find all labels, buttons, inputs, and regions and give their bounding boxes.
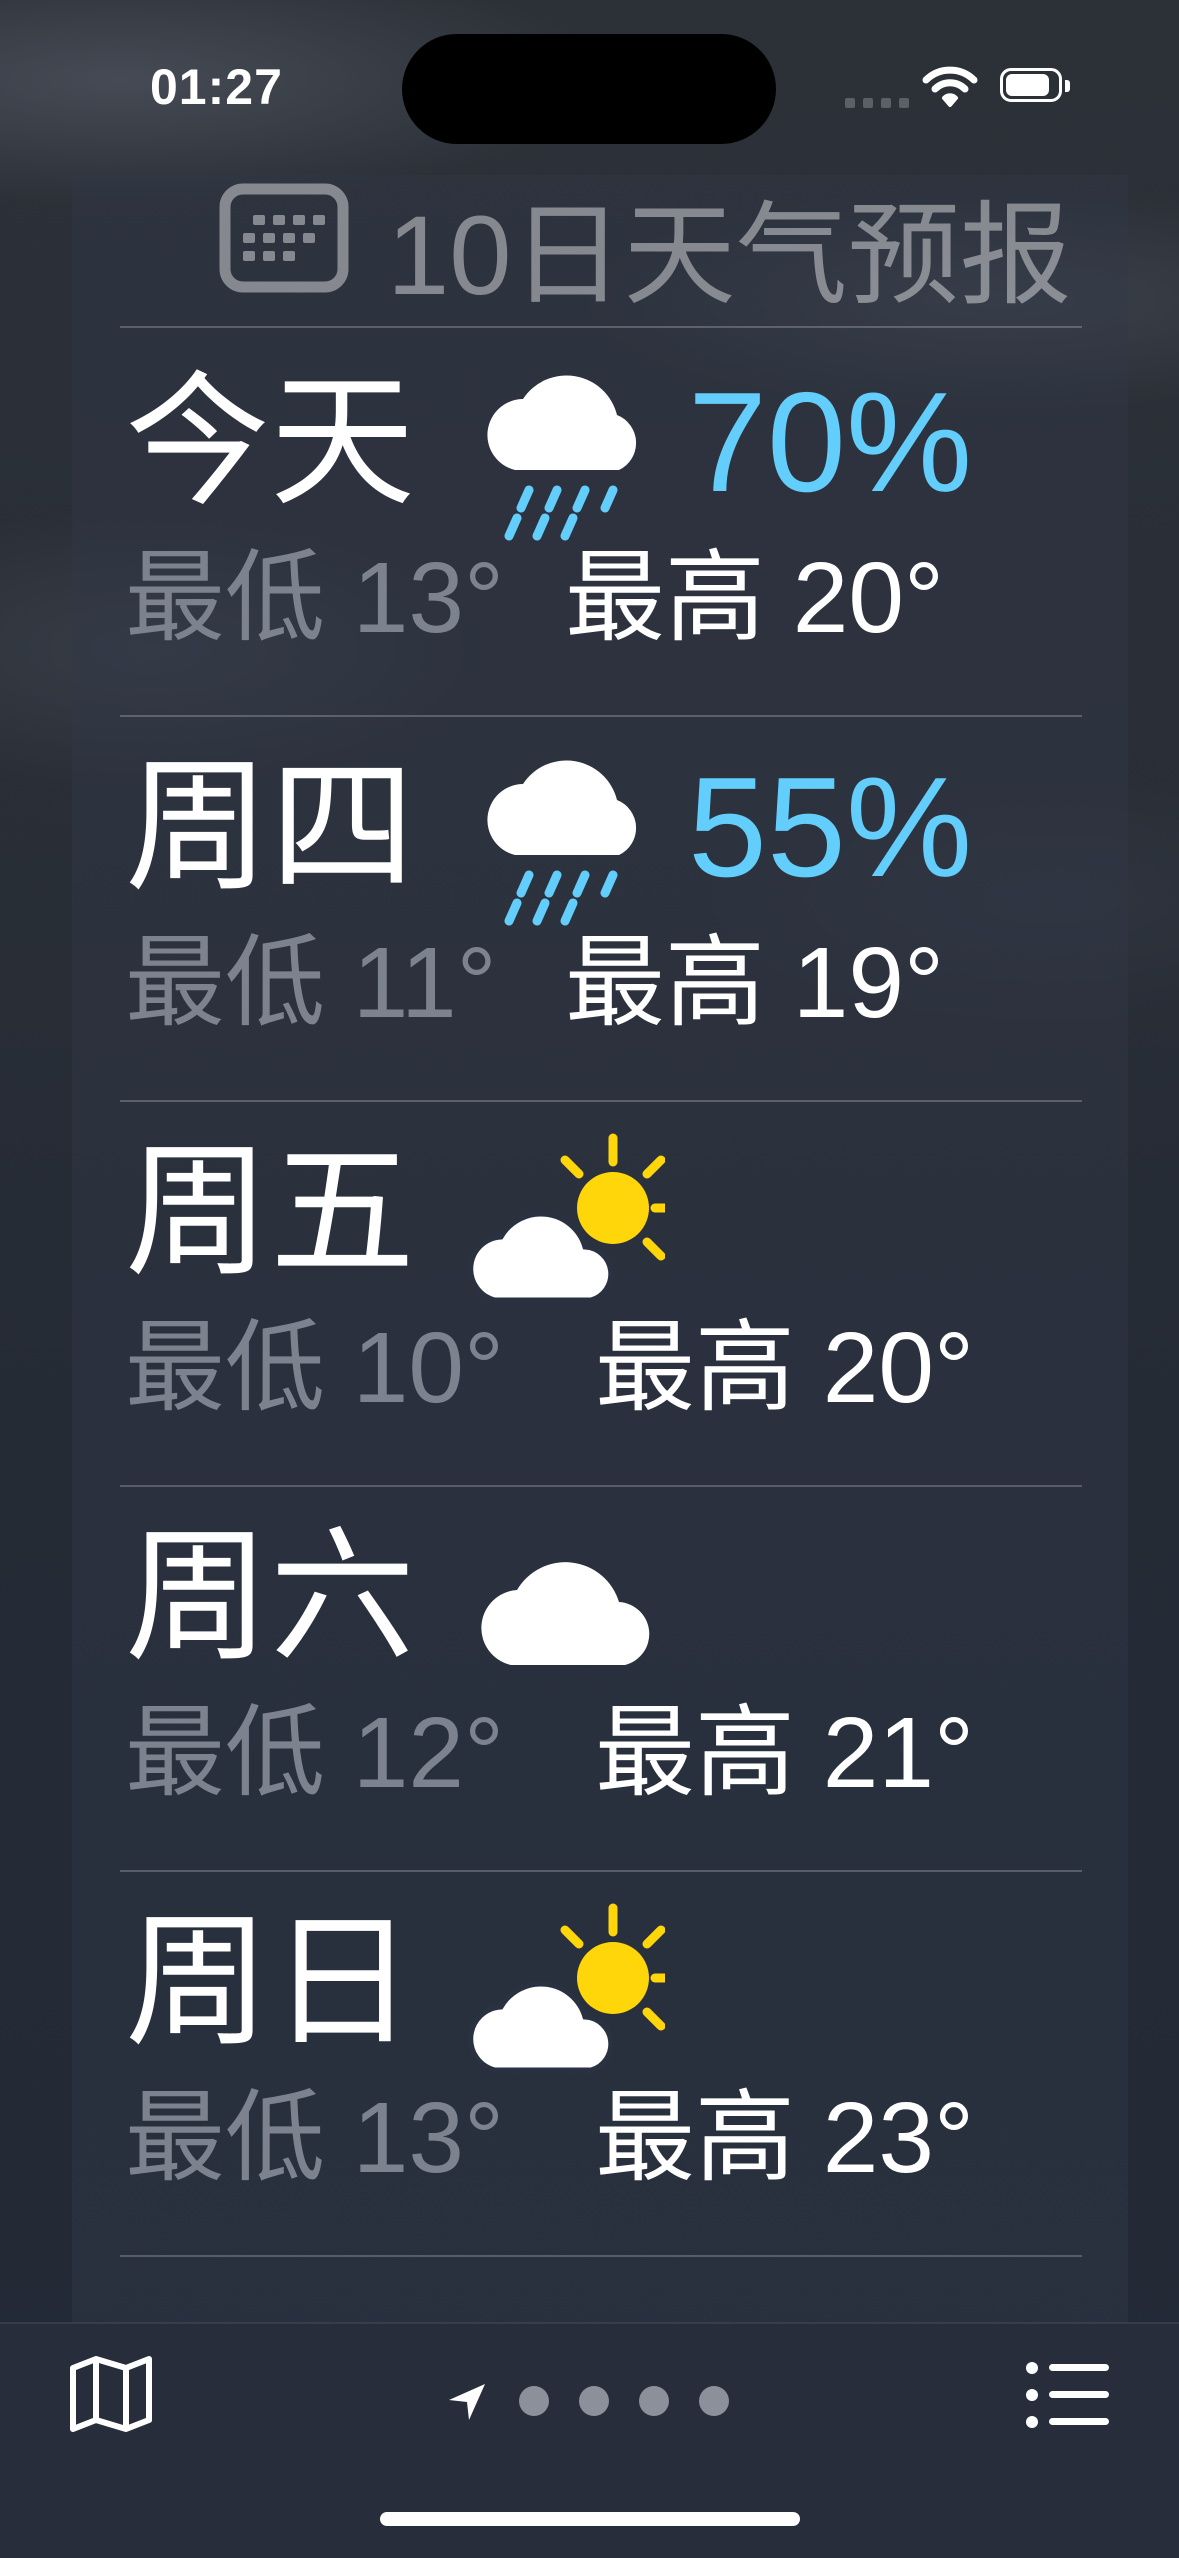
rain-icon <box>465 358 665 558</box>
high-temp: 最高 20° <box>565 542 945 654</box>
day-label: 今天 <box>125 361 415 523</box>
map-icon[interactable] <box>68 2354 154 2434</box>
low-temp: 最低 10° <box>125 1312 505 1424</box>
day-label: 周四 <box>125 746 415 908</box>
divider <box>120 2255 1082 2257</box>
day-label: 周六 <box>125 1516 415 1678</box>
home-indicator[interactable] <box>380 2512 800 2526</box>
forecast-row[interactable]: 周六 最低 12° 最高 21° <box>0 1485 1179 1870</box>
list-icon[interactable] <box>1025 2360 1111 2430</box>
location-arrow-icon[interactable] <box>445 2380 489 2424</box>
high-temp: 最高 23° <box>595 2082 975 2194</box>
forecast-row[interactable]: 周五 最低 10° 最高 20° <box>0 1100 1179 1485</box>
low-temp: 最低 11° <box>125 927 497 1039</box>
forecast-row[interactable]: 周日 最低 13° 最高 23° <box>0 1870 1179 2255</box>
low-temp: 最低 13° <box>125 2082 505 2194</box>
page-dot[interactable] <box>699 2386 729 2416</box>
high-temp: 最高 19° <box>565 927 945 1039</box>
high-temp: 最高 20° <box>595 1312 975 1424</box>
battery-icon <box>1000 68 1072 106</box>
forecast-header: 10日天气预报 <box>144 175 1144 330</box>
wifi-icon <box>922 66 978 107</box>
partly-sunny-icon <box>465 1898 682 2098</box>
rain-icon <box>465 743 665 943</box>
precip-chance: 70% <box>688 363 973 522</box>
day-label: 周五 <box>125 1131 415 1293</box>
cellular-signal-icon <box>845 98 909 108</box>
forecast-row[interactable]: 今天 70% 最低 13° 最高 20° <box>0 330 1179 715</box>
page-dot[interactable] <box>579 2386 609 2416</box>
page-dot[interactable] <box>639 2386 669 2416</box>
day-label: 周日 <box>125 1901 415 2063</box>
low-temp: 最低 13° <box>125 542 505 654</box>
dynamic-island <box>402 34 776 144</box>
page-dot[interactable] <box>519 2386 549 2416</box>
calendar-icon <box>219 183 349 293</box>
cloud-icon <box>465 1513 665 1713</box>
precip-chance: 55% <box>688 748 973 907</box>
forecast-title: 10日天气预报 <box>387 193 1072 318</box>
status-time: 01:27 <box>150 59 283 115</box>
forecast-row[interactable]: 周四 55% 最低 11° 最高 19° <box>0 715 1179 1100</box>
partly-sunny-icon <box>465 1128 682 1328</box>
high-temp: 最高 21° <box>595 1697 975 1809</box>
low-temp: 最低 12° <box>125 1697 505 1809</box>
divider <box>120 326 1082 328</box>
